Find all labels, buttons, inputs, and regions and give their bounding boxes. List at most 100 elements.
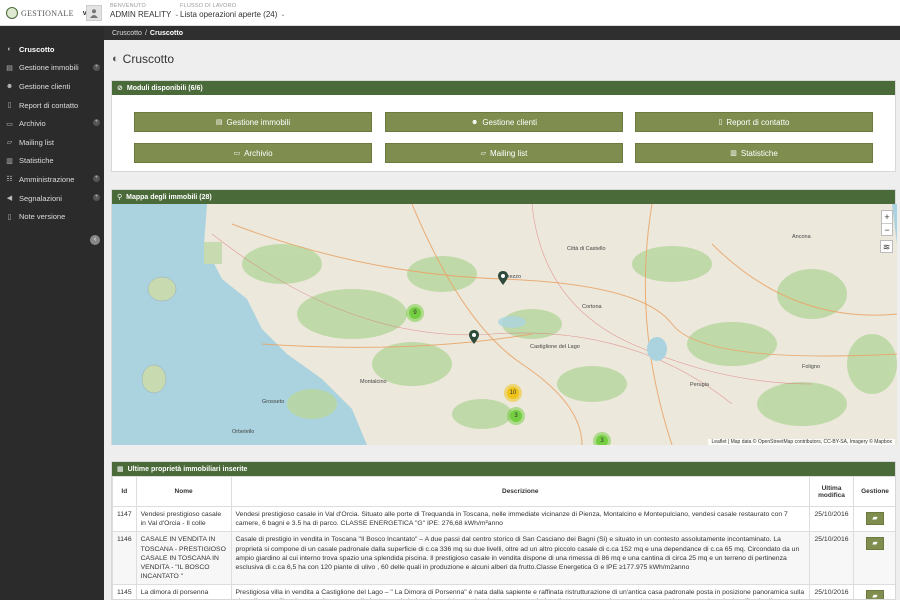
table-row: 1147 Vendesi prestigioso casale in Val d…: [112, 505, 895, 533]
map-cluster[interactable]: 3: [507, 407, 525, 425]
cluster-count: 9: [409, 307, 421, 319]
sidebar-item-archivio[interactable]: ▭ Archivio +: [0, 114, 104, 133]
module-button-label: Archivio: [244, 148, 273, 158]
welcome-label: BENVENUTO: [110, 3, 146, 9]
layers-button[interactable]: ≋: [880, 240, 893, 253]
panel-header: ⊘ Moduli disponibili (6/6): [112, 81, 895, 95]
logo-icon: [6, 7, 18, 19]
sidebar-item-cruscotto[interactable]: ◐ Cruscotto: [0, 40, 104, 59]
breadcrumb-separator: /: [144, 29, 147, 37]
sidebar-item-label: Mailing list: [19, 137, 55, 147]
map-marker-icon[interactable]: [469, 330, 479, 344]
module-button-gestione-immobili[interactable]: ▤ Gestione immobili: [134, 112, 372, 132]
folder-open-button[interactable]: ▰: [866, 512, 884, 525]
cell-description: Casale di prestigio in vendita in Toscan…: [230, 531, 811, 586]
folder-open-button[interactable]: ▰: [866, 590, 884, 599]
sidebar-item-segnalazioni[interactable]: ◀ Segnalazioni +: [0, 189, 104, 208]
users-icon: ☻: [470, 118, 479, 126]
sidebar-item-mailing-list[interactable]: ▱ Mailing list: [0, 133, 104, 152]
cell-description: Prestigiosa villa in vendita a Castiglio…: [230, 584, 811, 599]
cell-id: 1147: [112, 505, 137, 533]
city-label: Città di Castello: [567, 246, 606, 252]
sidebar-item-label: Gestione clienti: [19, 81, 71, 91]
city-label: Perugia: [690, 382, 709, 388]
user-name: ADMIN REALITY: [110, 10, 172, 19]
sidebar-item-gestione-immobili[interactable]: ▤ Gestione immobili +: [0, 59, 104, 78]
user-icon: [90, 9, 98, 18]
user-menu[interactable]: BENVENUTO ADMIN REALITY ⌄: [110, 3, 179, 19]
map-panel: ⚲ Mappa degli immobili (28) Arezzo Perug…: [111, 189, 897, 445]
map-cluster[interactable]: 10: [504, 384, 522, 402]
city-label: Cortona: [582, 304, 602, 310]
city-label: Ancona: [792, 234, 811, 240]
expand-icon[interactable]: +: [93, 63, 100, 71]
sidebar-item-report-di-contatto[interactable]: ▯ Report di contatto: [0, 96, 104, 115]
properties-title: Ultime proprietà immobiliari inserite: [127, 465, 248, 473]
user-avatar[interactable]: [86, 5, 102, 21]
modules-title: Moduli disponibili (6/6): [126, 84, 203, 92]
map-tiles: [112, 204, 897, 445]
inbox-icon: ▱: [480, 150, 487, 157]
module-button-mailing-list[interactable]: ▱ Mailing list: [385, 143, 623, 163]
chart-icon: ▥: [6, 157, 13, 165]
zoom-in-button[interactable]: +: [882, 211, 892, 223]
book-icon: ▯: [7, 102, 12, 110]
table-header-row: Id Nome Descrizione Ultima modifica Gest…: [112, 476, 895, 507]
column-header-id[interactable]: Id: [112, 476, 137, 507]
city-label: Orbetello: [232, 429, 255, 435]
map-attribution: Leaflet | Map data © OpenStreetMap contr…: [708, 439, 895, 445]
expand-icon[interactable]: +: [93, 193, 100, 201]
cell-manage: ▰: [853, 505, 895, 533]
module-button-archivio[interactable]: ▭ Archivio: [134, 143, 372, 163]
table-row: 1145 La dimora di porsenna Prestigiosa v…: [112, 584, 895, 599]
sidebar-item-label: Note versione: [19, 212, 66, 222]
city-label: Foligno: [802, 364, 821, 370]
column-header-name[interactable]: Nome: [135, 476, 232, 507]
sidebar-item-gestione-clienti[interactable]: ☻ Gestione clienti: [0, 77, 104, 96]
archive-icon: ▭: [233, 150, 241, 157]
sidebar: ◐ Cruscotto ▤ Gestione immobili + ☻ Gest…: [0, 40, 104, 600]
cell-name: La dimora di porsenna: [135, 584, 232, 599]
folder-open-button[interactable]: ▰: [866, 537, 884, 551]
cell-manage: ▰: [853, 584, 895, 599]
sidebar-item-label: Gestione immobili: [19, 63, 79, 73]
zoom-out-button[interactable]: −: [882, 223, 892, 235]
sidebar-item-amministrazione[interactable]: ☷ Amministrazione +: [0, 170, 104, 189]
sidebar-item-label: Amministrazione: [19, 174, 75, 184]
expand-icon[interactable]: +: [93, 119, 100, 127]
module-button-gestione-clienti[interactable]: ☻ Gestione clienti: [385, 112, 623, 132]
workflow-label: FLUSSO DI LAVORO: [180, 3, 237, 9]
dashboard-icon: ◐: [112, 53, 119, 65]
sidebar-item-label: Segnalazioni: [19, 193, 62, 203]
page-title: ◐ Cruscotto: [112, 52, 174, 66]
chevron-down-icon: ⌄: [174, 12, 180, 18]
zoom-control: + −: [881, 210, 893, 236]
cell-modified: 25/10/2016: [809, 584, 854, 599]
chevron-down-icon: ⌄: [280, 12, 286, 18]
sidebar-item-note-versione[interactable]: ▯ Note versione: [0, 207, 104, 226]
module-button-statistiche[interactable]: ▥ Statistiche: [635, 143, 873, 163]
bullhorn-icon: ◀: [6, 195, 13, 203]
workflow-menu[interactable]: FLUSSO DI LAVORO Lista operazioni aperte…: [180, 3, 285, 19]
breadcrumb-parent[interactable]: Cruscotto: [112, 30, 142, 37]
dashboard-icon: ◐: [7, 45, 12, 53]
cell-id: 1146: [112, 531, 137, 586]
cell-manage: ▰: [853, 531, 895, 586]
module-button-label: Report di contatto: [726, 117, 790, 127]
module-button-label: Gestione immobili: [226, 117, 291, 127]
map-view[interactable]: Arezzo Perugia Città di Castello Castigl…: [112, 204, 897, 445]
module-button-label: Gestione clienti: [482, 117, 538, 127]
sidebar-collapse-button[interactable]: ‹: [90, 235, 100, 245]
column-header-description[interactable]: Descrizione: [230, 476, 811, 507]
module-button-report-di-contatto[interactable]: ▯ Report di contatto: [635, 112, 873, 132]
column-header-modified[interactable]: Ultima modifica: [809, 476, 854, 507]
sidebar-item-statistiche[interactable]: ▥ Statistiche: [0, 152, 104, 171]
map-cluster[interactable]: 3: [593, 432, 611, 445]
map-cluster[interactable]: 9: [406, 304, 424, 322]
folder-icon: ▰: [872, 540, 878, 548]
cluster-count: 10: [507, 387, 519, 399]
map-marker-icon[interactable]: [498, 271, 508, 285]
expand-icon[interactable]: +: [93, 175, 100, 183]
sidebar-top-strip: [0, 26, 104, 40]
column-header-manage: Gestione: [853, 476, 895, 507]
